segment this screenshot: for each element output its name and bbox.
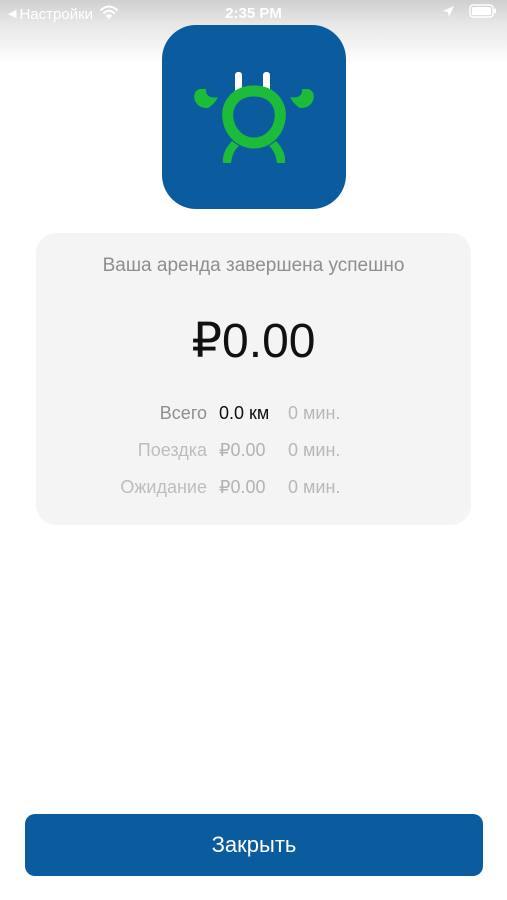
rental-stats: Всего 0.0 км 0 мин. Поездка ₽0.00 0 мин.… xyxy=(36,403,471,514)
stat-time-total: 0 мин. xyxy=(288,403,341,423)
app-logo xyxy=(162,25,346,209)
location-arrow-icon xyxy=(442,5,455,22)
stat-row-waiting: Ожидание ₽0.00 0 мин. xyxy=(36,477,471,514)
status-row: ◀ Настройки 2:35 PM xyxy=(0,4,507,24)
stat-value-trip-cost: ₽0.00 xyxy=(219,440,266,460)
stat-row-total: Всего 0.0 км 0 мин. xyxy=(36,403,471,440)
stat-row-trip: Поездка ₽0.00 0 мин. xyxy=(36,440,471,477)
status-time: 2:35 PM xyxy=(225,5,282,22)
stat-value-waiting-cost: ₽0.00 xyxy=(219,477,266,497)
close-button[interactable]: Закрыть xyxy=(25,814,483,876)
stat-label-total: Всего xyxy=(159,403,207,423)
stat-time-trip: 0 мин. xyxy=(288,440,341,460)
stat-label-waiting: Ожидание xyxy=(120,477,207,497)
rental-summary-card: Ваша аренда завершена успешно ₽0.00 Всег… xyxy=(36,233,471,525)
stat-label-trip: Поездка xyxy=(137,440,207,460)
total-amount: ₽0.00 xyxy=(191,315,316,368)
status-indicators xyxy=(442,4,497,22)
stat-time-waiting: 0 мин. xyxy=(288,477,341,497)
stat-value-distance: 0.0 км xyxy=(219,403,270,423)
rental-complete-message: Ваша аренда завершена успешно xyxy=(102,255,405,276)
battery-icon xyxy=(469,4,497,22)
crab-plug-logo xyxy=(194,72,314,163)
